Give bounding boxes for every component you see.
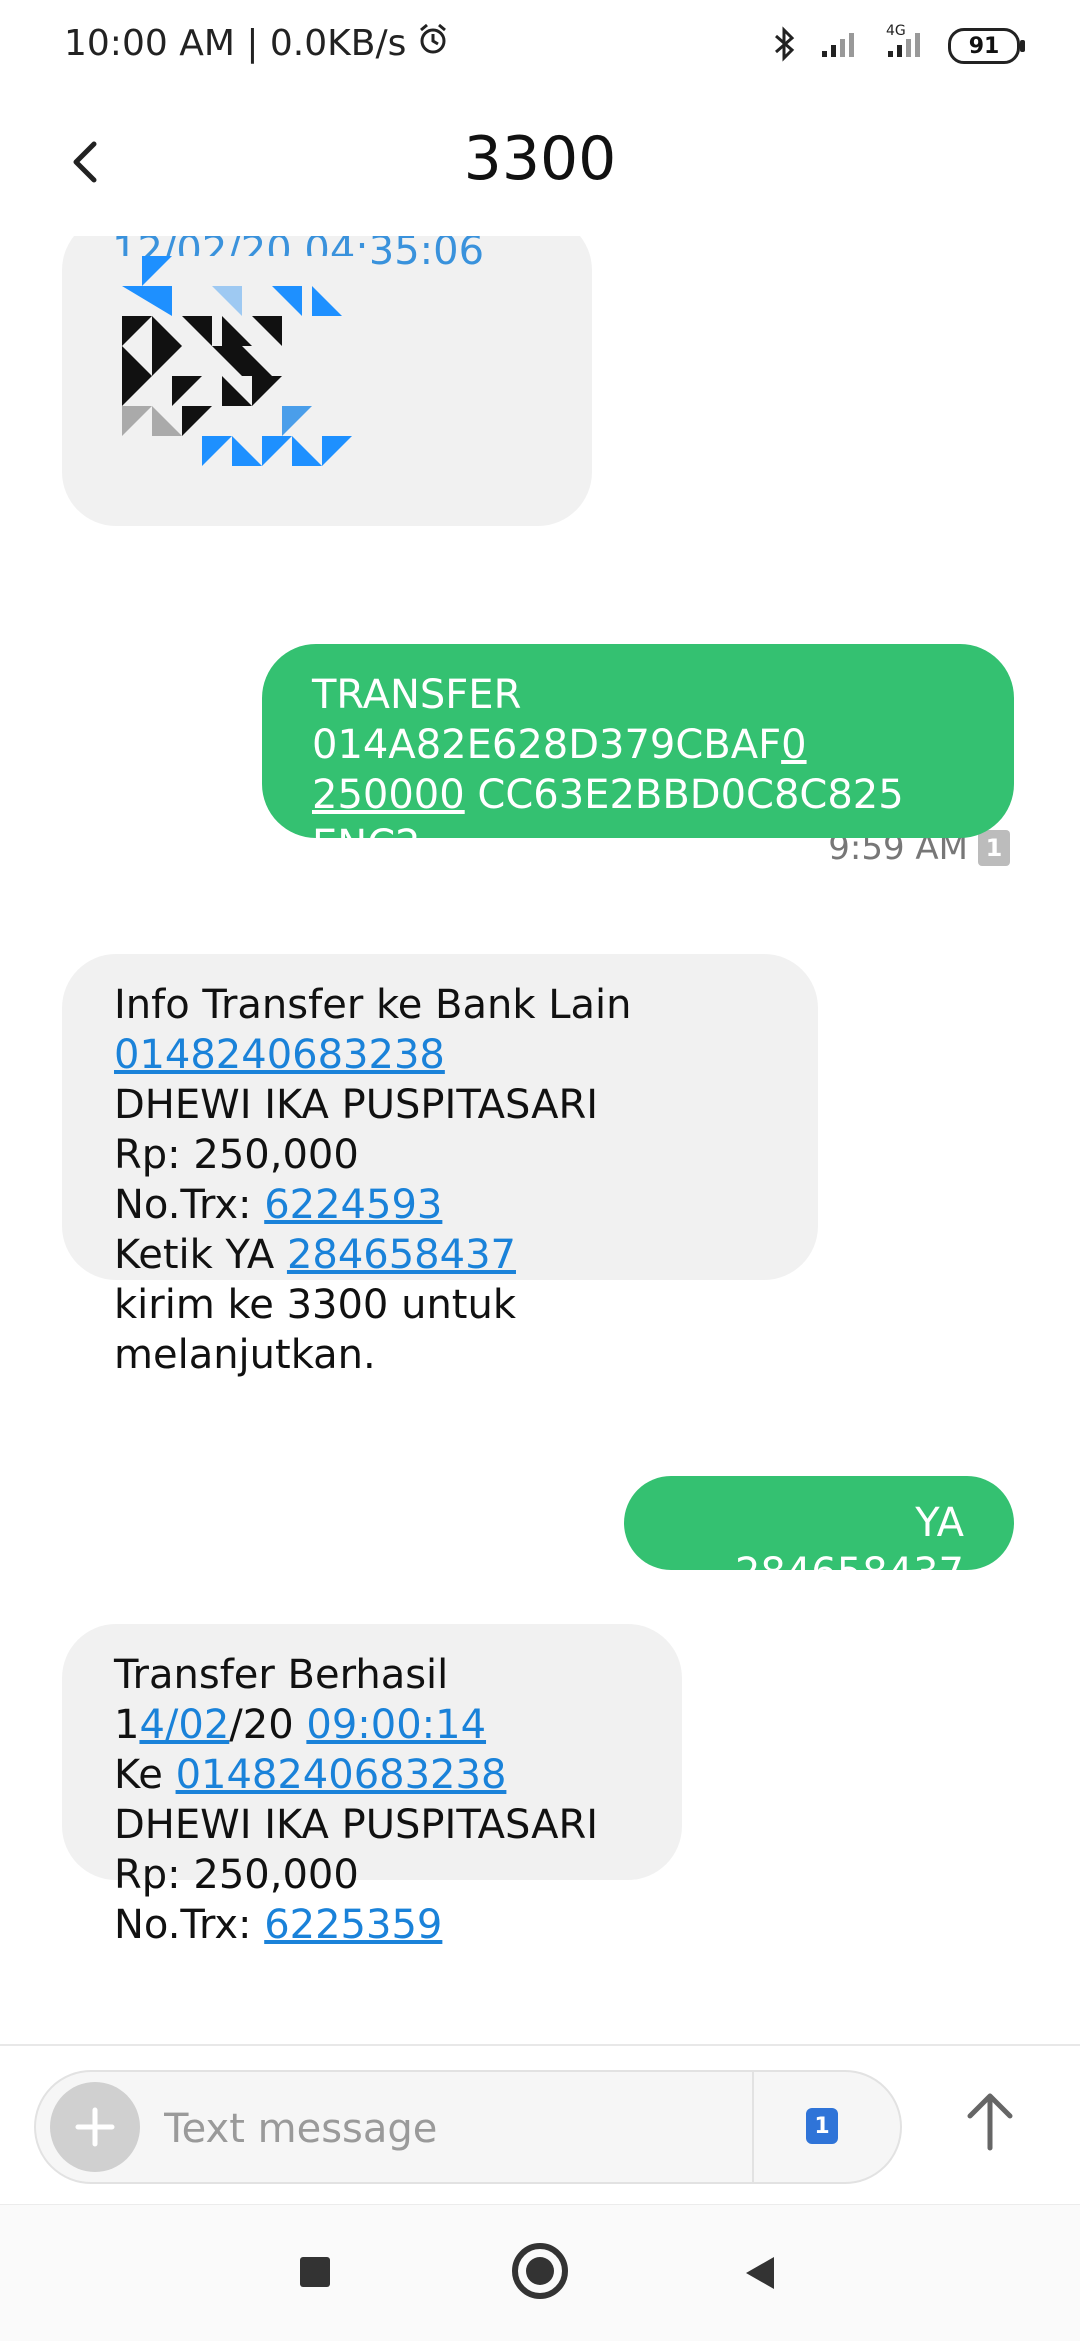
home-icon xyxy=(526,2257,554,2285)
plus-icon xyxy=(75,2107,115,2147)
time-link[interactable]: 09:00:14 xyxy=(306,1702,486,1748)
attach-plus-button[interactable] xyxy=(50,2082,140,2172)
in2-datetime: 14/02/20 09:00:14 xyxy=(114,1702,487,1748)
composer-divider xyxy=(752,2072,754,2182)
kirim-line: kirim ke 3300 untuk xyxy=(114,1282,516,1328)
recipient-name: DHEWI IKA PUSPITASARI xyxy=(114,1082,599,1128)
account-number-link[interactable]: 0148240683238 xyxy=(114,1032,445,1078)
composer-box: 1 xyxy=(34,2070,902,2184)
trx-line: No.Trx: 6224593 xyxy=(114,1182,443,1228)
transfer-amount-2: Rp: 250,000 xyxy=(114,1852,359,1898)
incoming-message-transfer-success[interactable]: Transfer Berhasil 14/02/20 09:00:14 Ke 0… xyxy=(62,1624,682,1948)
composer-bar: 1 xyxy=(0,2044,1080,2206)
status-left: 10:00 AM | 0.0KB/s xyxy=(64,22,450,65)
mms-image-message[interactable]: 12/02/20 04:35:06 xyxy=(62,236,592,526)
in2-title: Transfer Berhasil xyxy=(114,1652,449,1698)
message-input[interactable] xyxy=(162,2090,766,2168)
system-navigation-bar xyxy=(0,2204,1080,2341)
status-time-speed: 10:00 AM | 0.0KB/s xyxy=(64,23,407,64)
transfer-amount: Rp: 250,000 xyxy=(114,1132,359,1178)
trx-number-link[interactable]: 6224593 xyxy=(264,1182,442,1228)
date-link[interactable]: 4/02 xyxy=(139,1702,229,1748)
account-number-link-2[interactable]: 0148240683238 xyxy=(176,1752,507,1798)
confirmation-code-link[interactable]: 284658437 xyxy=(287,1232,516,1278)
conversation-header: 3300 xyxy=(0,96,1080,236)
trx-number-link-2[interactable]: 6225359 xyxy=(264,1902,442,1948)
out1-line1: TRANSFER xyxy=(312,672,522,718)
home-button[interactable] xyxy=(512,2243,568,2299)
alarm-icon xyxy=(416,22,450,65)
out1-line2: 014A82E628D379CBAF0 xyxy=(312,722,807,768)
message-list[interactable]: 12/02/20 04:35:06 9:59 AM 1 TRANSFER 014… xyxy=(0,236,1080,2044)
recipient-name-2: DHEWI IKA PUSPITASARI xyxy=(114,1802,599,1848)
recents-button[interactable] xyxy=(300,2257,330,2287)
trx-line-2: No.Trx: 6225359 xyxy=(114,1902,443,1948)
in2-ke-line: Ke 0148240683238 xyxy=(114,1752,507,1798)
sim-select-button[interactable]: 1 xyxy=(806,2108,838,2144)
out2-code: 284658437 xyxy=(734,1550,964,1596)
out1-line4: ENC2 xyxy=(312,822,421,868)
ketik-line: Ketik YA 284658437 xyxy=(114,1232,516,1278)
contact-title: 3300 xyxy=(463,124,617,194)
status-bar: 10:00 AM | 0.0KB/s 4G 91 xyxy=(0,0,1080,96)
signal-icon-sim2: 4G xyxy=(882,23,926,63)
in1-title: Info Transfer ke Bank Lain xyxy=(114,982,632,1028)
out2-prefix: YA xyxy=(915,1500,964,1546)
incoming-message-transfer-info[interactable]: Info Transfer ke Bank Lain 0148240683238… xyxy=(62,954,818,1378)
out1-line3: 250000 CC63E2BBD0C8C825 xyxy=(312,772,904,818)
lanjut-line: melanjutkan. xyxy=(114,1332,376,1378)
signal-icon-sim1 xyxy=(820,29,860,63)
send-arrow-up-icon xyxy=(967,2093,1013,2151)
network-type-label: 4G xyxy=(886,23,906,39)
outgoing-message-transfer[interactable]: TRANSFER 014A82E628D379CBAF0 250000 CC63… xyxy=(262,644,1014,868)
qr-pattern-image xyxy=(112,256,372,476)
back-triangle-icon xyxy=(746,2257,774,2289)
nav-back-button[interactable] xyxy=(740,2253,780,2297)
bluetooth-icon xyxy=(770,26,798,66)
sim-indicator-icon: 1 xyxy=(978,830,1010,866)
outgoing-message-confirm[interactable]: YA 284658437 xyxy=(624,1476,1014,1596)
status-right: 4G 91 xyxy=(770,23,1025,66)
battery-indicator: 91 xyxy=(948,28,1025,64)
send-button[interactable] xyxy=(960,2086,1020,2156)
